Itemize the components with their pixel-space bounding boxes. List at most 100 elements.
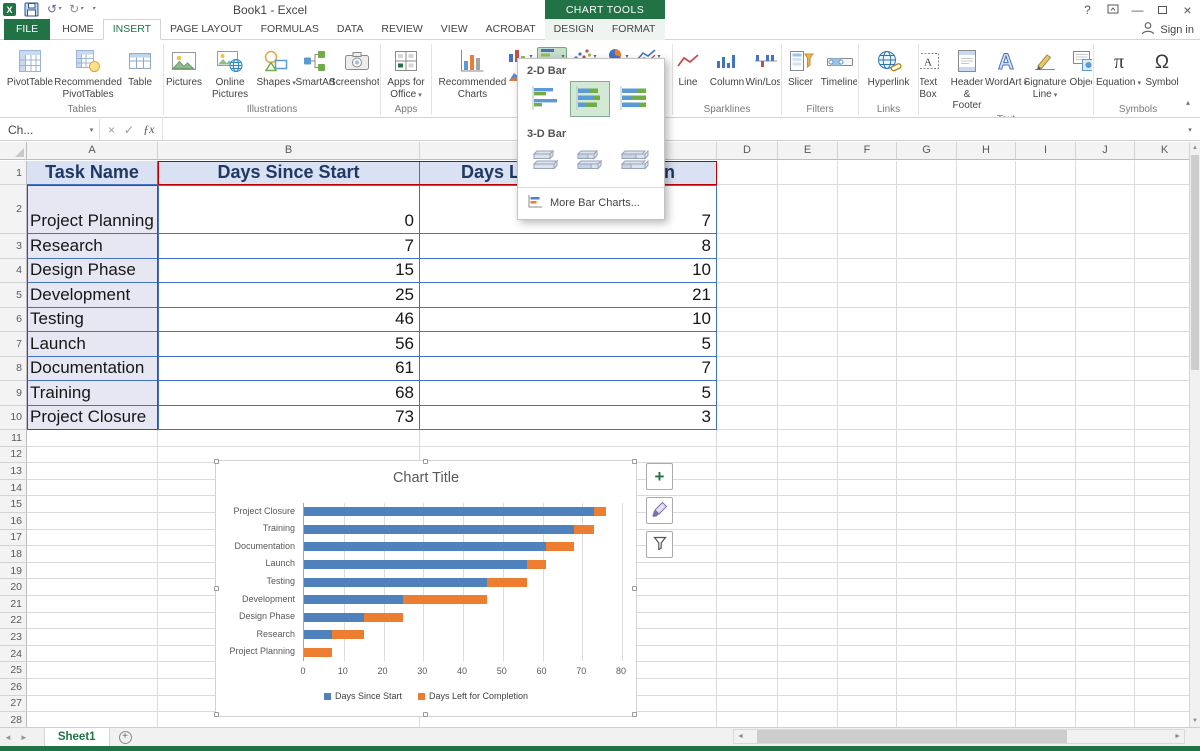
bar-segment[interactable] (304, 648, 332, 657)
cell-D6[interactable] (717, 308, 778, 333)
cell-E23[interactable] (778, 629, 838, 646)
cell-A9[interactable]: Training (27, 381, 158, 406)
cell-E17[interactable] (778, 530, 838, 547)
tab-review[interactable]: REVIEW (372, 19, 431, 40)
cell-A17[interactable] (27, 530, 158, 547)
cell-D4[interactable] (717, 259, 778, 284)
cell-C7[interactable]: 5 (420, 332, 717, 357)
cell-A25[interactable] (27, 662, 158, 679)
cell-E7[interactable] (778, 332, 838, 357)
cell-H9[interactable] (957, 381, 1016, 406)
enter-icon[interactable]: ✓ (124, 123, 134, 137)
column-header-E[interactable]: E (778, 142, 838, 159)
cell-A28[interactable] (27, 712, 158, 727)
cell-I11[interactable] (1016, 430, 1076, 447)
cell-K9[interactable] (1135, 381, 1195, 406)
cell-C11[interactable] (420, 430, 717, 447)
cell-J27[interactable] (1076, 696, 1135, 713)
cell-F13[interactable] (838, 463, 897, 480)
cell-K2[interactable] (1135, 185, 1195, 234)
row-header-7[interactable]: 7 (0, 332, 27, 357)
cell-J4[interactable] (1076, 259, 1135, 284)
cell-G8[interactable] (897, 357, 957, 382)
cell-J7[interactable] (1076, 332, 1135, 357)
bar-segment[interactable] (304, 613, 364, 622)
cell-H17[interactable] (957, 530, 1016, 547)
cell-F11[interactable] (838, 430, 897, 447)
cell-D17[interactable] (717, 530, 778, 547)
cell-I10[interactable] (1016, 406, 1076, 431)
button-screenshot[interactable]: Screenshot▾ (335, 44, 379, 91)
cell-K8[interactable] (1135, 357, 1195, 382)
cell-G4[interactable] (897, 259, 957, 284)
sign-in[interactable]: Sign in (1141, 21, 1194, 38)
button-online-pictures[interactable]: Online Pictures (204, 44, 256, 101)
chart-selection-handle[interactable] (423, 712, 428, 717)
bar-segment[interactable] (332, 630, 364, 639)
menu-item-clustered-bar-3d[interactable] (526, 144, 566, 180)
cell-K1[interactable] (1135, 161, 1195, 185)
cell-K12[interactable] (1135, 447, 1195, 464)
cell-K22[interactable] (1135, 613, 1195, 630)
button-shapes[interactable]: Shapes▾ (257, 44, 295, 91)
cell-C3[interactable]: 8 (420, 234, 717, 259)
collapse-ribbon-icon[interactable]: ▴ (1186, 98, 1190, 107)
cell-D26[interactable] (717, 679, 778, 696)
cancel-icon[interactable]: × (108, 123, 115, 137)
cell-H19[interactable] (957, 563, 1016, 580)
row-header-1[interactable]: 1 (0, 161, 27, 185)
button-recommended-pivottables[interactable]: Recommended PivotTables (56, 44, 120, 101)
cell-D11[interactable] (717, 430, 778, 447)
cell-B10[interactable]: 73 (158, 406, 420, 431)
cell-H11[interactable] (957, 430, 1016, 447)
cell-E19[interactable] (778, 563, 838, 580)
cell-H15[interactable] (957, 496, 1016, 513)
menu-item-stacked-bar-3d[interactable] (570, 144, 610, 180)
cell-A18[interactable] (27, 546, 158, 563)
cell-E27[interactable] (778, 696, 838, 713)
cell-J21[interactable] (1076, 596, 1135, 613)
cell-A22[interactable] (27, 613, 158, 630)
row-header-12[interactable]: 12 (0, 447, 27, 464)
cell-B3[interactable]: 7 (158, 234, 420, 259)
cell-A1[interactable]: Task Name (27, 161, 158, 185)
cell-G6[interactable] (897, 308, 957, 333)
button-symbol[interactable]: ΩSymbol (1143, 44, 1181, 90)
row-header-2[interactable]: 2 (0, 185, 27, 234)
cell-D20[interactable] (717, 579, 778, 596)
cell-A16[interactable] (27, 513, 158, 530)
cell-G16[interactable] (897, 513, 957, 530)
cell-I13[interactable] (1016, 463, 1076, 480)
column-header-A[interactable]: A (27, 142, 158, 159)
column-header-H[interactable]: H (957, 142, 1016, 159)
row-header-25[interactable]: 25 (0, 662, 27, 679)
cell-I4[interactable] (1016, 259, 1076, 284)
cell-G13[interactable] (897, 463, 957, 480)
bar-segment[interactable] (304, 525, 574, 534)
cell-F7[interactable] (838, 332, 897, 357)
cell-B2[interactable]: 0 (158, 185, 420, 234)
chart-elements-button[interactable]: + (646, 463, 673, 490)
cell-D14[interactable] (717, 480, 778, 497)
cell-K3[interactable] (1135, 234, 1195, 259)
cell-B6[interactable]: 46 (158, 308, 420, 333)
cell-E15[interactable] (778, 496, 838, 513)
cell-D19[interactable] (717, 563, 778, 580)
button-table[interactable]: Table (121, 44, 159, 90)
cell-D2[interactable] (717, 185, 778, 234)
cell-J24[interactable] (1076, 646, 1135, 663)
bar-segment[interactable] (546, 542, 574, 551)
cell-A4[interactable]: Design Phase (27, 259, 158, 284)
cell-H8[interactable] (957, 357, 1016, 382)
cell-H27[interactable] (957, 696, 1016, 713)
row-header-22[interactable]: 22 (0, 613, 27, 630)
expand-formula-bar-icon[interactable]: ▾ (1180, 119, 1200, 140)
tab-file[interactable]: FILE (4, 19, 50, 40)
name-box-dropdown-icon[interactable]: ▾ (84, 119, 100, 140)
cell-I27[interactable] (1016, 696, 1076, 713)
button-pivottable[interactable]: PivotTable (5, 44, 55, 90)
cell-C6[interactable]: 10 (420, 308, 717, 333)
cell-F18[interactable] (838, 546, 897, 563)
cell-A27[interactable] (27, 696, 158, 713)
cell-K24[interactable] (1135, 646, 1195, 663)
